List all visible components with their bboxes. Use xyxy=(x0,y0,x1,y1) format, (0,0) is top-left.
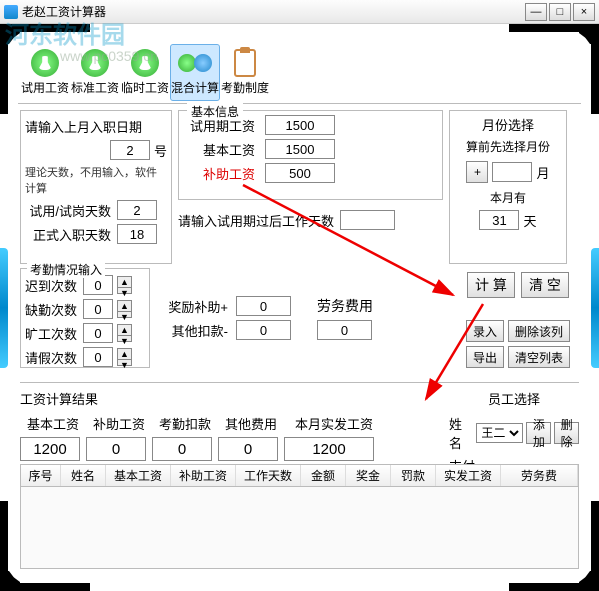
result-actual-label: 本月实发工资 xyxy=(284,414,384,433)
after-trial-days-input[interactable] xyxy=(340,210,395,230)
result-allowance-label: 补助工资 xyxy=(86,414,152,433)
app-icon xyxy=(4,5,18,19)
th-bonus[interactable]: 奖金 xyxy=(346,465,391,486)
late-spinner[interactable]: ▲▼ xyxy=(117,276,132,294)
last-month-day-input[interactable] xyxy=(110,140,150,160)
attendance-legend: 考勤情况输入 xyxy=(27,261,105,278)
skip-count-label: 旷工次数 xyxy=(25,324,79,343)
clear-list-button[interactable]: 清空列表 xyxy=(508,346,570,368)
toolbar: 试用工资 标准工资 临时工资 混合计算 考勤制度 xyxy=(18,42,581,104)
result-base-label: 基本工资 xyxy=(20,414,86,433)
th-amount[interactable]: 金额 xyxy=(301,465,346,486)
allowance-label: 补助工资 xyxy=(185,164,255,183)
employee-name-select[interactable]: 王二 xyxy=(476,423,523,443)
absent-spinner[interactable]: ▲▼ xyxy=(117,300,132,318)
labor-fee-input[interactable] xyxy=(317,320,372,340)
employee-select-title: 员工选择 xyxy=(449,389,579,408)
trial-salary-input[interactable] xyxy=(265,115,335,135)
month-select-title: 月份选择 xyxy=(454,115,562,134)
trial-days-input[interactable] xyxy=(117,200,157,220)
th-base[interactable]: 基本工资 xyxy=(106,465,171,486)
person-icon xyxy=(31,49,59,77)
close-button[interactable]: × xyxy=(573,3,595,21)
result-title: 工资计算结果 xyxy=(20,389,430,408)
export-button[interactable]: 导出 xyxy=(466,346,504,368)
result-deduct-value[interactable] xyxy=(152,437,212,461)
calculate-button[interactable]: 计 算 xyxy=(467,272,515,298)
last-month-entry-label: 请输入上月入职日期 xyxy=(25,117,142,136)
month-days-input[interactable] xyxy=(479,210,519,230)
deduct-label: 其他扣款- xyxy=(158,321,228,340)
month-input[interactable] xyxy=(492,162,532,182)
after-trial-days-label: 请输入试用期过后工作天数 xyxy=(178,211,334,230)
skip-count-input[interactable] xyxy=(83,323,113,343)
leave-count-label: 请假次数 xyxy=(25,348,79,367)
clipboard-icon xyxy=(234,49,256,77)
record-button[interactable]: 录入 xyxy=(466,320,504,342)
result-table: 序号 姓名 基本工资 补助工资 工作天数 金额 奖金 罚款 实发工资 劳务费 xyxy=(20,464,579,569)
month-has-label: 本月有 xyxy=(454,189,562,206)
month-plus-button[interactable]: + xyxy=(466,161,488,183)
allowance-input[interactable] xyxy=(265,163,335,183)
month-select-panel: 月份选择 算前先选择月份 + 月 本月有 天 xyxy=(449,110,567,264)
th-actual[interactable]: 实发工资 xyxy=(436,465,501,486)
attendance-fieldset: 考勤情况输入 迟到次数▲▼ 缺勤次数▲▼ 旷工次数▲▼ 请假次数▲▼ xyxy=(20,268,150,368)
leave-count-input[interactable] xyxy=(83,347,113,367)
basic-info-fieldset: 基本信息 试用期工资 基本工资 补助工资 xyxy=(178,110,443,200)
absent-count-label: 缺勤次数 xyxy=(25,300,79,319)
basic-info-legend: 基本信息 xyxy=(187,103,243,120)
result-deduct-label: 考勤扣款 xyxy=(152,414,218,433)
result-other-value[interactable] xyxy=(218,437,278,461)
month-select-note: 算前先选择月份 xyxy=(454,138,562,155)
minimize-button[interactable]: — xyxy=(525,3,547,21)
skip-spinner[interactable]: ▲▼ xyxy=(117,324,132,342)
maximize-button[interactable]: □ xyxy=(549,3,571,21)
tab-trial-salary[interactable]: 试用工资 xyxy=(20,44,70,101)
employee-name-label: 姓名 xyxy=(449,414,473,452)
th-allowance[interactable]: 补助工资 xyxy=(171,465,236,486)
tab-attendance-system[interactable]: 考勤制度 xyxy=(220,44,270,101)
result-allowance-value[interactable] xyxy=(86,437,146,461)
base-salary-input[interactable] xyxy=(265,139,335,159)
add-employee-button[interactable]: 添加 xyxy=(526,422,551,444)
trial-days-label: 试用/试岗天数 xyxy=(25,201,111,220)
deduct-input[interactable] xyxy=(236,320,291,340)
theory-days-note: 理论天数，不用输入，软件计算 xyxy=(25,164,167,196)
window-title: 老赵工资计算器 xyxy=(22,3,525,20)
bonus-label: 奖励补助+ xyxy=(158,297,228,316)
bonus-input[interactable] xyxy=(236,296,291,316)
person-icon xyxy=(131,49,159,77)
result-base-value[interactable] xyxy=(20,437,80,461)
tab-temp-salary[interactable]: 临时工资 xyxy=(120,44,170,101)
leave-spinner[interactable]: ▲▼ xyxy=(117,348,132,366)
tab-mixed-calc[interactable]: 混合计算 xyxy=(170,44,220,101)
person-icon xyxy=(81,49,109,77)
base-salary-label: 基本工资 xyxy=(185,140,255,159)
late-count-label: 迟到次数 xyxy=(25,276,79,295)
th-labor[interactable]: 劳务费 xyxy=(501,465,578,486)
th-workdays[interactable]: 工作天数 xyxy=(236,465,301,486)
th-name[interactable]: 姓名 xyxy=(61,465,106,486)
table-body[interactable] xyxy=(21,487,578,568)
delete-row-button[interactable]: 删除该列 xyxy=(508,320,570,342)
clear-button[interactable]: 清 空 xyxy=(521,272,569,298)
table-header: 序号 姓名 基本工资 补助工资 工作天数 金额 奖金 罚款 实发工资 劳务费 xyxy=(21,465,578,487)
result-actual-value[interactable] xyxy=(284,437,374,461)
absent-count-input[interactable] xyxy=(83,299,113,319)
late-count-input[interactable] xyxy=(83,275,113,295)
th-seq[interactable]: 序号 xyxy=(21,465,61,486)
formal-days-input[interactable] xyxy=(117,224,157,244)
result-other-label: 其他费用 xyxy=(218,414,284,433)
formal-days-label: 正式入职天数 xyxy=(25,225,111,244)
people-icon xyxy=(178,49,212,77)
delete-employee-button[interactable]: 删除 xyxy=(554,422,579,444)
labor-fee-label: 劳务费用 xyxy=(317,296,373,316)
tab-standard-salary[interactable]: 标准工资 xyxy=(70,44,120,101)
titlebar: 老赵工资计算器 — □ × xyxy=(0,0,599,24)
th-penalty[interactable]: 罚款 xyxy=(391,465,436,486)
entry-date-panel: 请输入上月入职日期 号 理论天数，不用输入，软件计算 试用/试岗天数 正式入职天… xyxy=(20,110,172,264)
